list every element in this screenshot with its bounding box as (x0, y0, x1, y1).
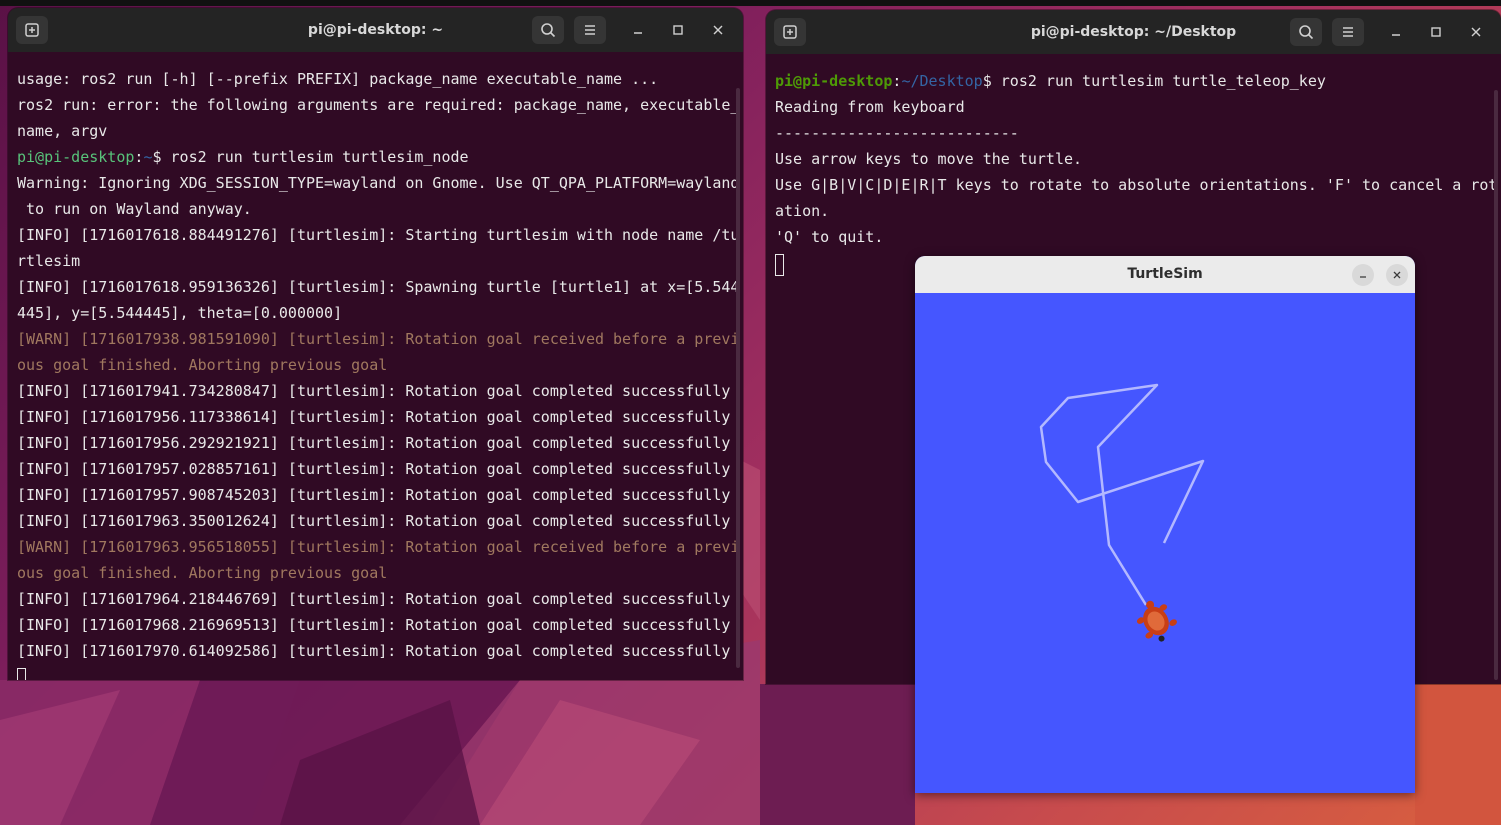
maximize-icon (1431, 27, 1441, 37)
command-text: $ ros2 run turtlesim turtle_teleop_key (982, 72, 1326, 90)
search-button[interactable] (1290, 18, 1322, 46)
warning-line: [WARN] [1716017938.981591090] [turtlesim… (17, 330, 740, 348)
search-button[interactable] (532, 16, 564, 44)
output-line: Use arrow keys to move the turtle. (775, 150, 1083, 168)
output-line: [INFO] [1716017618.884491276] [turtlesim… (17, 226, 740, 244)
close-button[interactable] (704, 16, 732, 44)
output-line: [INFO] [1716017964.218446769] [turtlesim… (17, 590, 731, 608)
window-title: TurtleSim (1127, 266, 1203, 282)
warning-line: ous goal finished. Aborting previous goa… (17, 356, 388, 374)
output-line: [INFO] [1716017957.028857161] [turtlesim… (17, 460, 731, 478)
output-line: [INFO] [1716017956.117338614] [turtlesim… (17, 408, 731, 426)
output-line: name, argv (17, 122, 108, 140)
hamburger-icon (1343, 27, 1353, 37)
maximize-button[interactable] (664, 16, 692, 44)
warning-line: [WARN] [1716017963.956518055] [turtlesim… (17, 538, 740, 556)
maximize-button[interactable] (1422, 18, 1450, 46)
output-line: [INFO] [1716017968.216969513] [turtlesim… (17, 616, 731, 634)
turtle-pen-trail (1039, 383, 1205, 606)
output-line: [INFO] [1716017941.734280847] [turtlesim… (17, 382, 731, 400)
close-icon (1471, 27, 1481, 37)
output-line: [INFO] [1716017963.350012624] [turtlesim… (17, 512, 731, 530)
search-icon (1299, 25, 1314, 40)
output-line: 'Q' to quit. (775, 228, 884, 246)
terminal-output[interactable]: usage: ros2 run [-h] [--prefix PREFIX] p… (8, 66, 743, 680)
output-line: ros2 run: error: the following arguments… (17, 96, 740, 114)
output-line: --------------------------- (775, 124, 1019, 142)
output-line: ation. (775, 202, 830, 220)
prompt-user: pi@pi-desktop (775, 72, 893, 90)
close-button[interactable] (1386, 264, 1408, 286)
output-line: 445], y=[5.544445], theta=[0.000000] (17, 304, 343, 322)
command-text: $ ros2 run turtlesim turtlesim_node (152, 148, 469, 166)
turtle-icon (1136, 600, 1177, 642)
close-icon (1393, 271, 1401, 279)
minimize-button[interactable] (1382, 18, 1410, 46)
output-line: [INFO] [1716017956.292921921] [turtlesim… (17, 434, 731, 452)
search-icon (541, 23, 556, 38)
output-line: [INFO] [1716017618.959136326] [turtlesim… (17, 278, 740, 296)
minimize-icon (634, 32, 642, 34)
cursor-line (17, 664, 743, 680)
prompt-line: pi@pi-desktop:~$ ros2 run turtlesim turt… (17, 144, 743, 170)
terminal-titlebar[interactable]: pi@pi-desktop: ~/Desktop (766, 10, 1501, 54)
output-line: Warning: Ignoring XDG_SESSION_TYPE=wayla… (17, 174, 740, 192)
menu-button[interactable] (1332, 18, 1364, 46)
turtlesim-canvas (915, 293, 1415, 793)
hamburger-icon (585, 25, 595, 35)
prompt-path: ~/Desktop (901, 72, 983, 90)
turtlesim-window[interactable]: TurtleSim (915, 256, 1415, 793)
output-line: [INFO] [1716017970.614092586] [turtlesim… (17, 642, 731, 660)
scrollbar[interactable] (736, 88, 740, 668)
minimize-button[interactable] (624, 16, 652, 44)
text-cursor (17, 667, 26, 680)
output-line: rtlesim (17, 252, 81, 270)
warning-line: ous goal finished. Aborting previous goa… (17, 564, 388, 582)
scrollbar[interactable] (1494, 90, 1498, 680)
minimize-icon (1392, 34, 1400, 36)
minimize-button[interactable] (1352, 264, 1374, 286)
prompt-user: pi@pi-desktop (17, 148, 135, 166)
output-line: Reading from keyboard (775, 98, 965, 116)
minimize-icon (1360, 276, 1366, 278)
text-cursor (775, 253, 784, 276)
turtlesim-titlebar[interactable]: TurtleSim (915, 256, 1415, 294)
output-line: to run on Wayland anyway. (17, 200, 252, 218)
prompt-line: pi@pi-desktop:~/Desktop$ ros2 run turtle… (775, 68, 1501, 94)
close-icon (713, 25, 723, 35)
terminal-window-home[interactable]: pi@pi-desktop: ~ usage: ros2 run [-h] [-… (8, 8, 743, 680)
output-line: usage: ros2 run [-h] [--prefix PREFIX] p… (17, 70, 659, 88)
terminal-titlebar[interactable]: pi@pi-desktop: ~ (8, 8, 743, 52)
close-button[interactable] (1462, 18, 1490, 46)
top-bar (0, 0, 1501, 6)
menu-button[interactable] (574, 16, 606, 44)
output-line: [INFO] [1716017957.908745203] [turtlesim… (17, 486, 731, 504)
maximize-icon (673, 25, 683, 35)
output-line: Use G|B|V|C|D|E|R|T keys to rotate to ab… (775, 176, 1498, 194)
